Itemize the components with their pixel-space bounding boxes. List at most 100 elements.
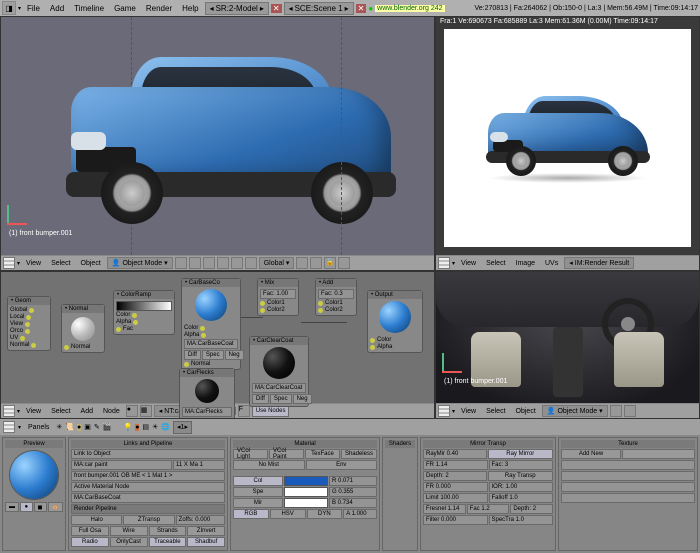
texture-slot[interactable] (561, 493, 695, 503)
falloff-field[interactable]: Falloff 1.0 (489, 493, 554, 503)
traceable-toggle[interactable]: Traceable (149, 537, 187, 547)
col-button[interactable]: Col (233, 476, 283, 486)
menu-help[interactable]: Help (178, 4, 202, 13)
preview-flat-icon[interactable]: ▬ (5, 502, 19, 512)
ray-mirror-toggle[interactable]: Ray Mirror (488, 449, 554, 459)
viewport-3d-main[interactable]: (1) front bumper.001 ▾ View Select Objec… (0, 16, 435, 271)
texture-slot[interactable] (561, 471, 695, 481)
node-colorramp[interactable]: • ColorRamp Color Alpha Fac (113, 290, 175, 335)
menu-object[interactable]: Object (77, 260, 105, 267)
menu-timeline[interactable]: Timeline (70, 4, 108, 13)
menu-object[interactable]: Object (512, 408, 540, 415)
manipulator-icon[interactable] (203, 257, 215, 269)
context-scene-icon[interactable]: 🎬 (103, 423, 112, 431)
editor-type-icon[interactable] (3, 257, 15, 269)
node-editor[interactable]: • Geom Global Local View Orco UV Normal … (0, 271, 435, 419)
nomist-toggle[interactable]: No Mist (233, 460, 305, 470)
fresnel0-field[interactable]: FR 0.000 (423, 482, 488, 492)
menu-add[interactable]: Add (46, 4, 68, 13)
menu-view[interactable]: View (22, 260, 45, 267)
menu-view[interactable]: View (457, 408, 480, 415)
menu-uvs[interactable]: UVs (541, 260, 562, 267)
fac2-field[interactable]: Fac 1.2 (467, 504, 510, 514)
shading-icon[interactable] (610, 405, 622, 417)
node-normal[interactable]: • Normal Normal (61, 304, 105, 353)
menu-select[interactable]: Select (47, 260, 74, 267)
preview-monkey-icon[interactable]: 🐵 (48, 502, 63, 512)
context-shading-icon[interactable]: ● (77, 424, 81, 431)
env-toggle[interactable]: Env (306, 460, 378, 470)
shadeless-toggle[interactable]: Shadeless (341, 449, 377, 459)
context-logic-icon[interactable]: ✳ (56, 423, 62, 431)
menu-game[interactable]: Game (110, 4, 140, 13)
orientation-selector[interactable]: Global ▾ (259, 257, 295, 269)
translate-icon[interactable] (217, 257, 229, 269)
onlycast-toggle[interactable]: OnlyCast (110, 537, 148, 547)
layer-button[interactable] (296, 257, 308, 269)
zoffs-field[interactable]: Zoffs: 0.000 (176, 515, 225, 525)
rotate-icon[interactable] (231, 257, 243, 269)
menu-node[interactable]: Node (99, 408, 124, 415)
node-geometry[interactable]: • Geom Global Local View Orco UV Normal (7, 296, 51, 351)
context-script-icon[interactable]: 📜 (65, 423, 74, 431)
scale-icon[interactable] (245, 257, 257, 269)
mir-swatch[interactable] (284, 498, 328, 508)
shading-icon[interactable] (175, 257, 187, 269)
hsv-toggle[interactable]: HSV (270, 509, 306, 519)
depth-field[interactable]: Depth: 2 (423, 471, 487, 481)
halo-toggle[interactable]: Halo (71, 515, 122, 525)
context-object-icon[interactable]: ▣ (84, 423, 91, 431)
menu-render[interactable]: Render (142, 4, 176, 13)
subcontext-material-icon[interactable]: ● (135, 424, 139, 431)
material-index[interactable]: 11 X Ma 1 (173, 460, 225, 470)
object-link-field[interactable]: front bumper.001 OB ME < 1 Mat 1 > (71, 471, 225, 481)
editor-type-icon[interactable] (438, 257, 450, 269)
node-mix[interactable]: • Mix Fac: 1.00 Color1 Color2 (257, 278, 299, 316)
color-r[interactable]: R 0.071 (329, 476, 377, 486)
mode-selector[interactable]: 👤 Object Mode ▾ (542, 405, 608, 417)
scene-selector[interactable]: ◂SCE:Scene 1▸ (284, 2, 354, 15)
menu-add[interactable]: Add (77, 408, 97, 415)
strands-toggle[interactable]: Strands (149, 526, 187, 536)
subcontext-world-icon[interactable]: 🌐 (161, 423, 170, 431)
node-material-field[interactable]: MA:CarBaseCoat (71, 493, 225, 503)
radio-toggle[interactable]: Radio (71, 537, 109, 547)
menu-file[interactable]: File (23, 4, 44, 13)
compositor-icon[interactable]: ▦ (140, 405, 152, 417)
vcol-paint-toggle[interactable]: VCol Paint (269, 449, 304, 459)
alpha-field[interactable]: A 1.000 (343, 509, 377, 519)
wire-toggle[interactable]: Wire (110, 526, 148, 536)
menu-view[interactable]: View (457, 260, 480, 267)
editor-type-icon[interactable] (3, 421, 15, 433)
fake-user-icon[interactable]: F (238, 405, 250, 417)
depth2-field[interactable]: Depth: 2 (510, 504, 553, 514)
mode-selector[interactable]: 👤 Object Mode ▾ (107, 257, 173, 269)
fullosa-toggle[interactable]: Full Osa (71, 526, 109, 536)
color-b[interactable]: B 0.734 (329, 498, 377, 508)
menu-view[interactable]: View (22, 408, 45, 415)
screen-selector[interactable]: ◂SR:2-Model▸ (205, 2, 269, 15)
chevron-down-icon[interactable]: ▾ (18, 5, 21, 12)
pivot-icon[interactable] (189, 257, 201, 269)
pivot-icon[interactable] (624, 405, 636, 417)
editor-type-icon[interactable] (3, 405, 15, 417)
texture-slot[interactable] (622, 449, 695, 459)
panels-label[interactable]: Panels (24, 424, 53, 431)
shadbuf-toggle[interactable]: Shadbuf (187, 537, 225, 547)
spec-swatch[interactable] (284, 487, 328, 497)
material-name-field[interactable]: MA:car paint (71, 460, 172, 470)
frame-current[interactable]: ◂ 1 ▸ (173, 421, 192, 434)
preview-cube-icon[interactable]: ◼ (34, 502, 47, 512)
render-icon[interactable] (338, 257, 350, 269)
spe-button[interactable]: Spe (233, 487, 283, 497)
image-selector[interactable]: ◂ IM:Render Result (564, 257, 634, 269)
close-icon[interactable]: ✕ (356, 4, 367, 13)
material-icon[interactable]: ● (126, 405, 138, 417)
preview-sphere-icon[interactable]: ● (20, 502, 33, 512)
layer-button[interactable] (310, 257, 322, 269)
menu-select[interactable]: Select (47, 408, 74, 415)
node-material-base[interactable]: • CarBaseCo Color Alpha MA:CarBaseCoat D… (181, 278, 241, 370)
ior-field[interactable]: IOR: 1.00 (489, 482, 554, 492)
render-result[interactable] (444, 29, 691, 247)
color-g[interactable]: G 0.355 (329, 487, 377, 497)
